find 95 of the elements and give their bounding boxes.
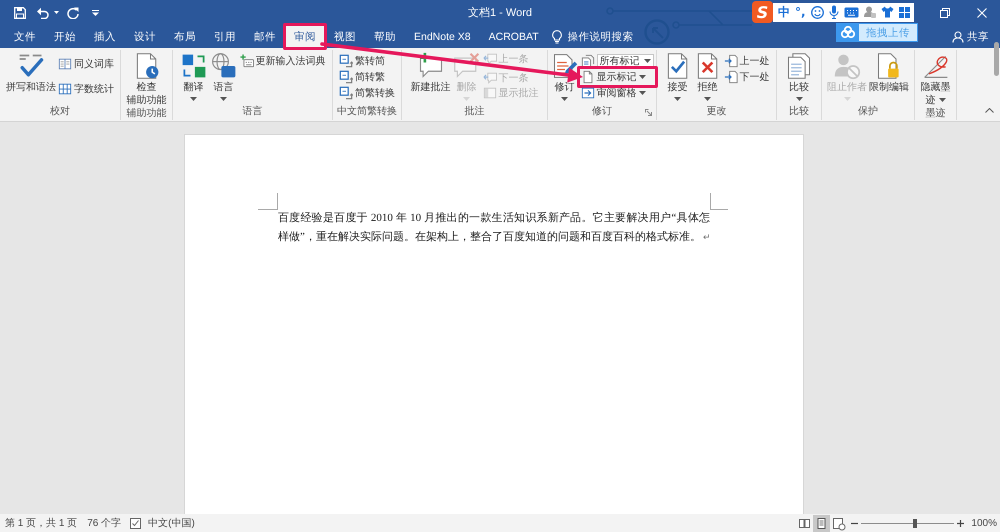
ribbon-button[interactable]: 拼写和语法: [5, 50, 57, 94]
lightbulb-icon[interactable]: [552, 30, 562, 44]
save-icon[interactable]: [14, 6, 26, 18]
language-label[interactable]: 中文(中国): [148, 516, 195, 530]
speech-bubble-x-icon: [452, 52, 480, 80]
dialog-launcher-icon[interactable]: [645, 108, 652, 116]
ribbon-button[interactable]: 同义词库: [57, 56, 115, 72]
ribbon-tab[interactable]: 插入: [85, 25, 125, 48]
speech-bubble-arrow-icon: [482, 52, 496, 66]
page-icon: [580, 70, 594, 84]
smiley-icon[interactable]: [810, 6, 824, 18]
ribbon-button[interactable]: 显示标记: [580, 69, 654, 85]
group-label: 更改: [706, 105, 726, 119]
ribbon-tab[interactable]: 文件: [5, 25, 45, 48]
ribbon-button[interactable]: 字数统计: [57, 80, 115, 96]
search-field[interactable]: 操作说明搜索: [568, 30, 634, 42]
group-label: 辅助功能: [126, 107, 166, 121]
group-label: 墨迹: [926, 107, 946, 121]
ribbon-tab[interactable]: 帮助: [365, 25, 405, 48]
documents-icon: [580, 54, 594, 68]
rings-icon: [837, 24, 859, 41]
share-button[interactable]: 共享: [950, 25, 991, 48]
ribbon-button[interactable]: 比较: [784, 50, 814, 103]
ribbon-button[interactable]: 新建批注: [410, 50, 452, 94]
globe-icon: [210, 52, 238, 80]
book-icon: [58, 56, 72, 70]
person-icon[interactable]: [864, 6, 876, 18]
person-icon: [952, 30, 964, 42]
square-arrow-icon: [339, 86, 353, 100]
group-label: 校对: [50, 105, 70, 119]
ribbon-button[interactable]: 简转繁: [338, 69, 396, 85]
ribbon-button[interactable]: 下一处: [722, 69, 770, 85]
ribbon-button[interactable]: 上一处: [722, 53, 770, 69]
close-icon[interactable]: [976, 8, 986, 18]
ribbon-button[interactable]: 拒绝: [692, 50, 722, 103]
ribbon-tab[interactable]: ACROBAT: [480, 25, 548, 48]
restore-icon[interactable]: [940, 8, 950, 18]
redo-icon[interactable]: [67, 6, 79, 18]
punctuation-button[interactable]: °,: [795, 4, 806, 20]
ribbon-tab[interactable]: 视图: [325, 25, 365, 48]
ribbon-tab[interactable]: 审阅: [285, 25, 325, 48]
word-count: 76 个字: [87, 516, 122, 530]
window-title: 文档1 - Word: [468, 6, 532, 20]
ribbon-tab[interactable]: 设计: [125, 25, 165, 48]
group-label: 语言: [242, 105, 262, 119]
corner-mark: [710, 193, 728, 210]
chevron-up-icon[interactable]: [985, 108, 994, 113]
customize-caret-icon[interactable]: [92, 10, 99, 16]
ribbon-button[interactable]: 限制编辑: [868, 50, 910, 94]
ribbon-tab[interactable]: 开始: [45, 25, 85, 48]
group-label: 中文简繁转换: [337, 105, 397, 119]
ribbon-button[interactable]: 繁转简: [338, 53, 396, 69]
page-count: 第 1 页，共 1 页: [5, 516, 78, 530]
plus-icon[interactable]: [957, 520, 964, 526]
slider-thumb[interactable]: [913, 518, 918, 528]
squares-icon: [180, 52, 208, 80]
square-arrow-icon: [339, 54, 353, 68]
keyboard-plus-icon: [240, 54, 254, 68]
ribbon-tab[interactable]: EndNote X8: [405, 25, 480, 48]
caret-icon[interactable]: [54, 11, 59, 14]
input-mode-button[interactable]: 中: [778, 4, 790, 20]
group-label: 批注: [464, 105, 484, 119]
ribbon-button[interactable]: 接受: [662, 50, 692, 103]
ribbon-button[interactable]: 检查辅助功能: [124, 50, 170, 107]
scrollbar-thumb[interactable]: [994, 42, 999, 76]
ribbon-button[interactable]: 更新输入法词典: [238, 53, 326, 69]
check-square-icon[interactable]: [129, 516, 142, 530]
corner-mark: [258, 193, 278, 210]
page-arrow-icon: [724, 70, 738, 84]
documents-icon: [785, 52, 813, 80]
grid-icon: [58, 82, 72, 96]
person-blocked-icon: [833, 52, 861, 80]
ribbon-button[interactable]: 语言: [208, 50, 238, 103]
page-arrow-icon: [724, 54, 738, 68]
ribbon-button[interactable]: 审阅窗格: [580, 85, 654, 101]
panel-icon: [482, 86, 496, 100]
undo-icon[interactable]: [37, 6, 49, 18]
group-label: 修订: [592, 105, 612, 119]
ribbon-tab[interactable]: 布局: [165, 25, 205, 48]
page-icon[interactable]: [813, 514, 830, 532]
ribbon-button[interactable]: 隐藏墨迹: [916, 50, 954, 107]
zoom-level[interactable]: 100%: [971, 518, 997, 528]
paragraph-text: 百度经验是百度于 2010 年 10 月推出的一款生活知识系新产品。它主要解决用户“具体怎样做”，重在解决实际问题。在架构上，整合了百度知道的问题和百度百科的格式标准。 ↵: [278, 210, 710, 245]
keyboard-icon[interactable]: [844, 6, 859, 18]
square-arrow-icon: [339, 70, 353, 84]
group-label: 比较: [789, 105, 809, 119]
grid-icon[interactable]: [898, 6, 910, 18]
ribbon-button[interactable]: 翻译: [178, 50, 208, 103]
speech-bubble-arrow-icon: [482, 70, 496, 84]
group-label: 保护: [858, 105, 878, 119]
ribbon-button[interactable]: 简繁转换: [338, 85, 396, 101]
ribbon-tab[interactable]: 引用: [205, 25, 245, 48]
ribbon-tab[interactable]: 邮件: [245, 25, 285, 48]
tshirt-icon[interactable]: [880, 6, 894, 18]
microphone-icon[interactable]: [828, 5, 839, 19]
